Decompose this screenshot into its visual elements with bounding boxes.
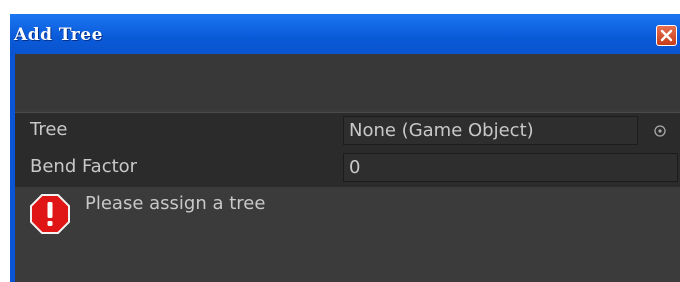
- tree-object-field[interactable]: None (Game Object): [343, 116, 638, 145]
- window-title: Add Tree: [14, 25, 103, 45]
- title-bar[interactable]: Add Tree: [10, 14, 680, 54]
- close-icon: [660, 29, 673, 42]
- add-tree-window: Add Tree Tree None (Game Object) Bend Fa…: [10, 14, 680, 282]
- inspector-fields: Tree None (Game Object) Bend Factor 0: [15, 112, 680, 188]
- error-icon: [30, 194, 70, 234]
- help-message: Please assign a tree: [85, 193, 266, 214]
- window-content: Tree None (Game Object) Bend Factor 0 Pl…: [15, 54, 680, 282]
- bend-factor-label: Bend Factor: [30, 156, 138, 177]
- object-picker-icon[interactable]: [653, 124, 667, 138]
- close-button[interactable]: [656, 25, 677, 46]
- bend-factor-field[interactable]: 0: [343, 153, 678, 182]
- toolbar-area: [15, 54, 680, 110]
- help-box: Please assign a tree: [15, 187, 680, 282]
- tree-label: Tree: [30, 119, 68, 140]
